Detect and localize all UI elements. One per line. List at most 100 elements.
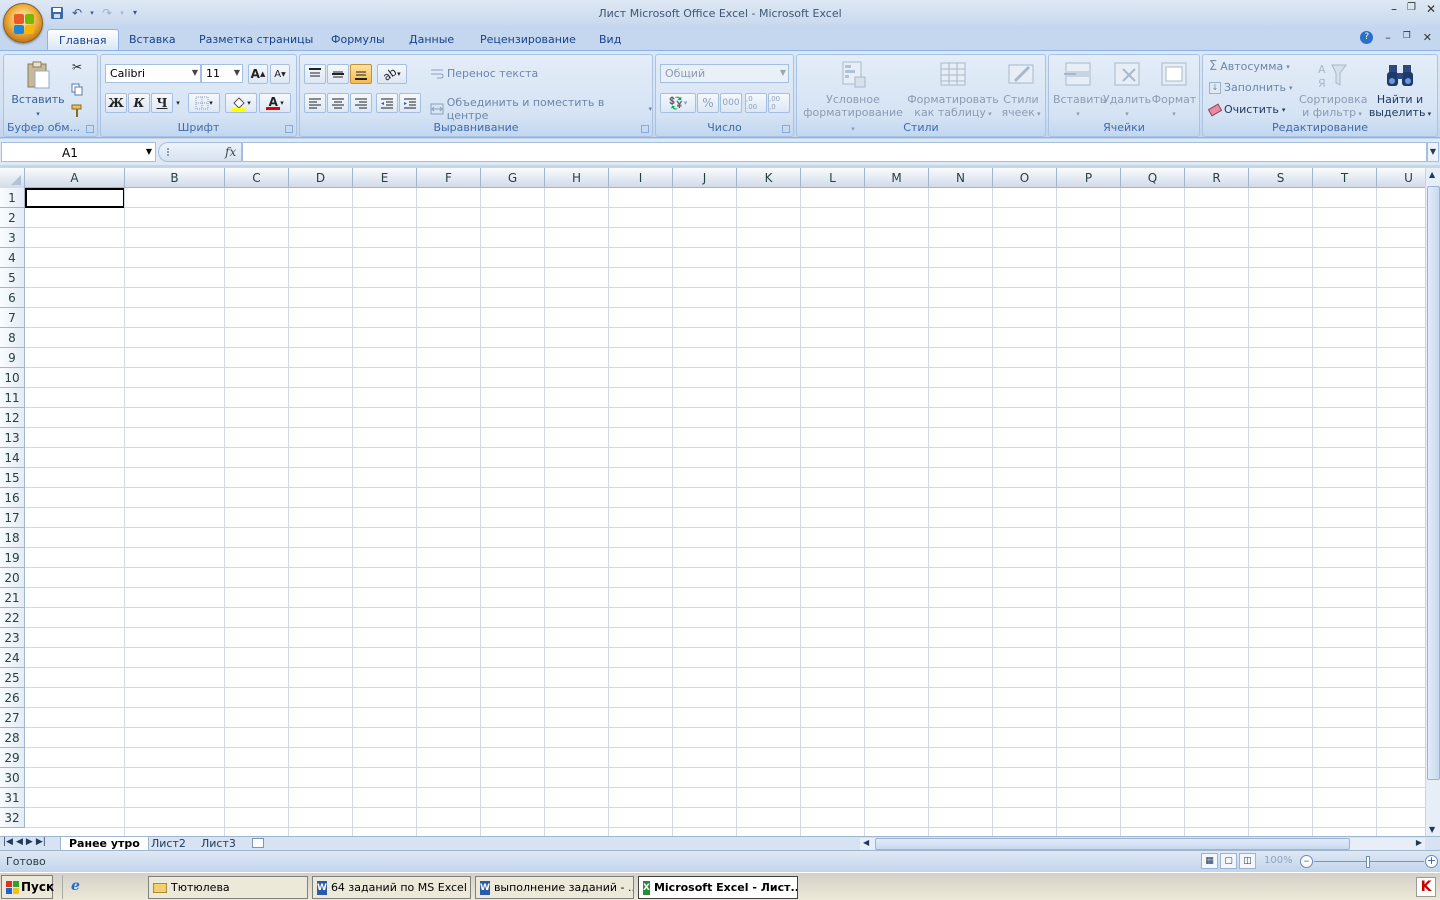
row-header-21[interactable]: 21: [0, 588, 25, 608]
underline-dropdown-icon[interactable]: ▾: [173, 93, 183, 113]
sheet-tab-2[interactable]: Лист2: [143, 837, 194, 851]
align-bottom-button[interactable]: [350, 64, 372, 84]
column-header-m[interactable]: M: [865, 168, 929, 188]
row-header-22[interactable]: 22: [0, 608, 25, 628]
start-button[interactable]: Пуск: [1, 875, 54, 899]
cell-area[interactable]: [25, 188, 1425, 836]
align-center-button[interactable]: [327, 93, 349, 113]
office-button[interactable]: [3, 3, 43, 43]
normal-view-icon[interactable]: ▦: [1201, 853, 1218, 869]
row-header-3[interactable]: 3: [0, 228, 25, 248]
cut-icon[interactable]: ✂: [66, 57, 88, 77]
row-header-11[interactable]: 11: [0, 388, 25, 408]
align-middle-button[interactable]: [327, 64, 349, 84]
column-header-r[interactable]: R: [1185, 168, 1249, 188]
zoom-thumb[interactable]: [1366, 856, 1370, 868]
row-header-19[interactable]: 19: [0, 548, 25, 568]
column-header-l[interactable]: L: [801, 168, 865, 188]
maximize-icon[interactable]: ❐: [1407, 2, 1416, 16]
column-header-p[interactable]: P: [1057, 168, 1121, 188]
column-header-n[interactable]: N: [929, 168, 993, 188]
sort-filter-button[interactable]: АЯ Сортировка и фильтр ▾: [1299, 59, 1368, 121]
row-header-32[interactable]: 32: [0, 808, 25, 828]
tab-home[interactable]: Главная: [47, 29, 119, 50]
close-icon[interactable]: ✕: [1426, 2, 1436, 16]
grow-font-button[interactable]: A ▲: [248, 64, 268, 84]
help-icon[interactable]: ?: [1360, 31, 1374, 44]
cell-styles-button[interactable]: Стили ячеек ▾: [999, 59, 1043, 121]
shrink-font-button[interactable]: A ▼: [270, 64, 290, 84]
vertical-scrollbar[interactable]: ▲ ▼: [1425, 168, 1440, 836]
row-header-7[interactable]: 7: [0, 308, 25, 328]
thousands-button[interactable]: 000: [720, 93, 742, 113]
workbook-restore-icon[interactable]: ❐: [1403, 31, 1411, 44]
horizontal-scrollbar[interactable]: ◀ ▶: [860, 838, 1425, 850]
row-header-28[interactable]: 28: [0, 728, 25, 748]
font-color-button[interactable]: A ▾: [259, 93, 291, 113]
insert-function-icon[interactable]: fx: [225, 145, 236, 159]
row-header-4[interactable]: 4: [0, 248, 25, 268]
insert-sheet-button[interactable]: [244, 837, 272, 851]
align-left-button[interactable]: [304, 93, 326, 113]
column-header-t[interactable]: T: [1313, 168, 1377, 188]
row-header-25[interactable]: 25: [0, 668, 25, 688]
autosum-button[interactable]: Σ Автосумма ▾: [1209, 59, 1290, 74]
vertical-scroll-thumb[interactable]: [1427, 186, 1440, 780]
number-format-combo[interactable]: Общий ▼: [660, 64, 789, 83]
zoom-in-icon[interactable]: +: [1425, 855, 1438, 868]
row-header-23[interactable]: 23: [0, 628, 25, 648]
font-name-combo[interactable]: Calibri ▼: [105, 64, 201, 83]
row-header-15[interactable]: 15: [0, 468, 25, 488]
increase-decimal-button[interactable]: ,0 .00: [745, 93, 767, 113]
internet-explorer-icon[interactable]: e: [71, 878, 80, 894]
expand-formula-bar-icon[interactable]: ▼: [1427, 142, 1439, 162]
alignment-launcher-icon[interactable]: [641, 125, 649, 133]
column-header-e[interactable]: E: [353, 168, 417, 188]
scroll-up-icon[interactable]: ▲: [1429, 170, 1435, 179]
row-header-18[interactable]: 18: [0, 528, 25, 548]
zoom-level[interactable]: 100%: [1264, 855, 1293, 866]
merge-center-button[interactable]: Объединить и поместить в центре ▾: [430, 96, 652, 122]
antivirus-tray-icon[interactable]: K: [1416, 877, 1436, 897]
find-select-button[interactable]: Найти и выделить ▾: [1367, 59, 1433, 121]
column-header-b[interactable]: B: [125, 168, 225, 188]
formula-input[interactable]: [242, 142, 1427, 162]
column-header-q[interactable]: Q: [1121, 168, 1185, 188]
first-sheet-icon[interactable]: |◀: [3, 837, 13, 847]
page-layout-view-icon[interactable]: ▢: [1220, 853, 1237, 869]
prev-sheet-icon[interactable]: ◀: [16, 837, 23, 847]
column-header-s[interactable]: S: [1249, 168, 1313, 188]
next-sheet-icon[interactable]: ▶: [26, 837, 33, 847]
row-header-30[interactable]: 30: [0, 768, 25, 788]
row-header-24[interactable]: 24: [0, 648, 25, 668]
row-header-5[interactable]: 5: [0, 268, 25, 288]
minimize-icon[interactable]: –: [1391, 2, 1397, 16]
underline-button[interactable]: Ч: [151, 93, 173, 113]
horizontal-scroll-thumb[interactable]: [875, 838, 1350, 850]
number-launcher-icon[interactable]: [782, 125, 790, 133]
tab-formulas[interactable]: Формулы: [320, 29, 396, 50]
row-header-14[interactable]: 14: [0, 448, 25, 468]
clipboard-launcher-icon[interactable]: [86, 125, 94, 133]
tab-insert[interactable]: Вставка: [118, 29, 187, 50]
orientation-button[interactable]: ab ▾: [377, 64, 407, 84]
row-header-31[interactable]: 31: [0, 788, 25, 808]
workbook-minimize-icon[interactable]: –: [1385, 31, 1391, 44]
increase-indent-button[interactable]: [399, 93, 421, 113]
row-header-9[interactable]: 9: [0, 348, 25, 368]
format-as-table-button[interactable]: Форматировать как таблицу ▾: [907, 59, 999, 121]
workbook-close-icon[interactable]: ✕: [1423, 31, 1432, 44]
row-header-13[interactable]: 13: [0, 428, 25, 448]
page-break-view-icon[interactable]: ◫: [1239, 853, 1256, 869]
percent-button[interactable]: %: [697, 93, 719, 113]
accounting-format-button[interactable]: 💱 ▾: [660, 93, 696, 113]
taskbar-item-word-1[interactable]: W 64 заданий по MS Excel ...: [312, 876, 471, 899]
sheet-tab-3[interactable]: Лист3: [193, 837, 244, 851]
align-top-button[interactable]: [304, 64, 326, 84]
column-header-a[interactable]: A: [25, 168, 125, 188]
borders-button[interactable]: ▾: [188, 93, 220, 113]
column-header-c[interactable]: C: [225, 168, 289, 188]
decrease-indent-button[interactable]: [376, 93, 398, 113]
row-header-27[interactable]: 27: [0, 708, 25, 728]
fill-button[interactable]: ↓ Заполнить ▾: [1209, 81, 1293, 94]
